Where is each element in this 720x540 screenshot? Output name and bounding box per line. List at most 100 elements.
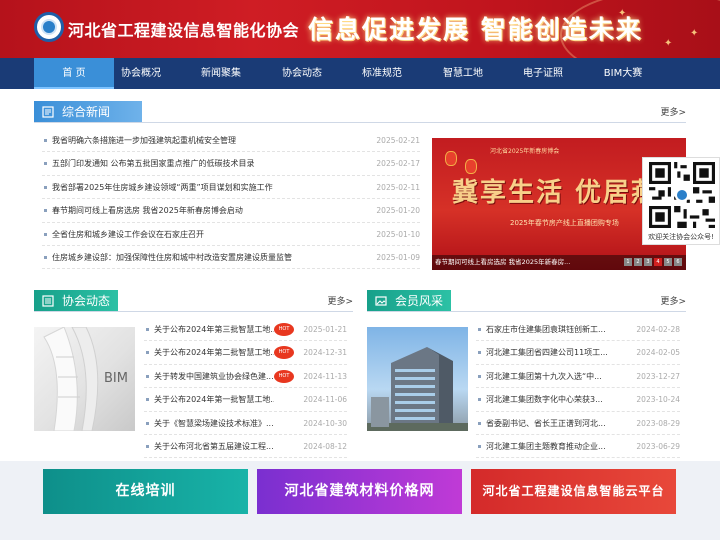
- news-date: 2023-06-29: [636, 441, 680, 451]
- news-date: 2023-08-29: [636, 418, 680, 428]
- news-date: 2025-01-09: [376, 252, 420, 262]
- news-title[interactable]: 河北建工集团数字化中心荣获3...: [486, 388, 603, 411]
- material-price-button[interactable]: 河北省建筑材料价格网: [257, 469, 462, 514]
- list-item[interactable]: 五部门印发通知 公布第五批国家重点推广的低碳技术目录 2025-02-17: [42, 152, 420, 176]
- news-date: 2025-02-11: [376, 182, 420, 192]
- news-title[interactable]: 关于《智慧梁场建设技术标准》...: [154, 412, 274, 435]
- news-title[interactable]: 省委副书记、省长王正谱到河北...: [486, 412, 606, 435]
- main-content: 综合新闻 更多> 我省明确六条措施进一步加强建筑起重机械安全管理 2025-02-…: [0, 89, 720, 461]
- member-building-thumbnail[interactable]: [367, 327, 468, 431]
- image-icon: [375, 296, 387, 306]
- list-item[interactable]: 省委副书记、省长王正谱到河北... 2023-08-29: [476, 412, 680, 435]
- qr-code-icon: [649, 162, 715, 228]
- hot-badge: HOT: [274, 346, 294, 360]
- list-item[interactable]: 关于公布2024年第二批智慧工地... HOT 2024-12-31: [144, 341, 347, 365]
- news-date: 2024-02-05: [636, 348, 680, 358]
- news-title[interactable]: 石家庄市住建集团袁琪钰创新工...: [486, 318, 606, 341]
- nav-item-standards[interactable]: 标准规范: [342, 58, 422, 89]
- list-item[interactable]: 石家庄市住建集团袁琪钰创新工... 2024-02-28: [476, 318, 680, 342]
- office-building-image: [367, 347, 468, 431]
- news-date: 2025-02-21: [376, 136, 420, 145]
- list-item[interactable]: 春节期间可线上看房选房 我省2025年新春房博会启动 2025-01-20: [42, 199, 420, 223]
- news-title[interactable]: 河北建工集团省四建公司11项工...: [486, 341, 608, 364]
- list-item[interactable]: 河北建工集团数字化中心荣获3... 2023-10-24: [476, 388, 680, 412]
- bim-thumbnail[interactable]: BIM: [34, 327, 135, 431]
- qr-label: 欢迎关注协会公众号!: [648, 233, 714, 241]
- more-link[interactable]: 更多>: [660, 294, 686, 307]
- list-item[interactable]: 河北建工集团主题教育推动企业... 2023-06-29: [476, 435, 680, 459]
- banner-top-text: 河北省2025年新春房博会: [490, 148, 560, 155]
- list-item[interactable]: 全省住房和城乡建设工作会议在石家庄召开 2025-01-10: [42, 223, 420, 246]
- section-title: 会员风采: [395, 294, 444, 308]
- nav-item-about[interactable]: 协会概况: [101, 58, 181, 89]
- news-title[interactable]: 关于公布2024年第二批智慧工地...: [154, 341, 274, 364]
- list-item[interactable]: 关于公布2024年第一批智慧工地... 2024-11-06: [144, 388, 347, 412]
- nav-item-news[interactable]: 新闻聚集: [181, 58, 261, 89]
- news-date: 2024-12-31: [303, 348, 347, 358]
- news-date: 2025-01-10: [376, 229, 420, 239]
- list-item[interactable]: 河北建工集团第十九次入选“中... 2023-12-27: [476, 365, 680, 389]
- site-title[interactable]: 河北省工程建设信息智能化协会: [68, 17, 299, 41]
- association-logo[interactable]: [34, 12, 64, 42]
- header-slogan: 信息促进发展 智能创造未来: [308, 15, 643, 44]
- cloud-platform-button[interactable]: 河北省工程建设信息智能云平台: [471, 469, 676, 514]
- wechat-qr-widget: 欢迎关注协会公众号!: [642, 157, 720, 245]
- carousel-page-button[interactable]: 3: [644, 258, 652, 266]
- news-title[interactable]: 河北建工集团第十九次入选“中...: [486, 365, 602, 388]
- section-divider: [34, 122, 686, 123]
- list-item[interactable]: 关于《智慧梁场建设技术标准》... 2024-10-30: [144, 412, 347, 435]
- news-title[interactable]: 我省明确六条措施进一步加强建筑起重机械安全管理: [52, 129, 236, 152]
- news-title[interactable]: 关于公布河北省第五届建设工程...: [154, 435, 274, 458]
- news-title[interactable]: 全省住房和城乡建设工作会议在石家庄召开: [52, 223, 204, 246]
- news-title[interactable]: 关于转发中国建筑业协会绿色建...: [154, 365, 274, 388]
- member-style-header: 会员风采 更多>: [367, 290, 686, 312]
- news-title[interactable]: 河北建工集团主题教育推动企业...: [486, 435, 606, 458]
- news-title[interactable]: 五部门印发通知 公布第五批国家重点推广的低碳技术目录: [52, 152, 255, 175]
- nav-item-smart-site[interactable]: 智慧工地: [423, 58, 503, 89]
- news-date: 2023-10-24: [636, 395, 680, 405]
- thumbnail-label: BIM: [104, 371, 128, 386]
- bird-decoration-icon: ✦: [690, 28, 699, 39]
- nav-item-association-news[interactable]: 协会动态: [262, 58, 342, 89]
- news-date: 2025-01-21: [303, 325, 347, 334]
- news-title[interactable]: 住房城乡建设部：加强保障性住房和城中村改造安置房建设质量监管: [52, 246, 292, 269]
- more-link[interactable]: 更多>: [660, 105, 686, 118]
- news-date: 2023-12-27: [636, 371, 680, 381]
- list-icon: [42, 295, 54, 307]
- section-tab[interactable]: 会员风采: [367, 290, 451, 312]
- section-title: 协会动态: [62, 294, 111, 308]
- quick-links-bar: 在线培训 河北省建筑材料价格网 河北省工程建设信息智能云平台: [0, 461, 720, 540]
- banner-sub-text: 2025年春节房产线上直播团购专场: [510, 219, 619, 227]
- nav-item-bim-contest[interactable]: BIM大赛: [583, 58, 663, 89]
- list-item[interactable]: 我省部署2025年住房城乡建设领域“两重”项目谋划和实施工作 2025-02-11: [42, 176, 420, 200]
- news-title[interactable]: 关于公布2024年第一批智慧工地...: [154, 388, 274, 411]
- nav-item-e-license[interactable]: 电子证照: [503, 58, 583, 89]
- main-nav: 首 页 协会概况 新闻聚集 协会动态 标准规范 智慧工地 电子证照 BIM大赛: [0, 58, 720, 89]
- section-tab[interactable]: 综合新闻: [34, 101, 142, 123]
- list-item[interactable]: 住房城乡建设部：加强保障性住房和城中村改造安置房建设质量监管 2025-01-09: [42, 246, 420, 270]
- news-date: 2024-11-13: [303, 371, 347, 381]
- carousel-page-button[interactable]: 6: [674, 258, 682, 266]
- carousel-page-button[interactable]: 5: [664, 258, 672, 266]
- list-item[interactable]: 我省明确六条措施进一步加强建筑起重机械安全管理 2025-02-21: [42, 129, 420, 153]
- carousel-page-button[interactable]: 1: [624, 258, 632, 266]
- list-item[interactable]: 关于公布河北省第五届建设工程... 2024-08-12: [144, 435, 347, 459]
- carousel-page-button[interactable]: 2: [634, 258, 642, 266]
- section-tab[interactable]: 协会动态: [34, 290, 118, 312]
- more-link[interactable]: 更多>: [327, 294, 353, 307]
- comprehensive-news-list: 我省明确六条措施进一步加强建筑起重机械安全管理 2025-02-21 五部门印发通…: [42, 129, 420, 270]
- online-training-button[interactable]: 在线培训: [43, 469, 248, 514]
- news-title[interactable]: 我省部署2025年住房城乡建设领域“两重”项目谋划和实施工作: [52, 176, 273, 199]
- news-date: 2024-11-06: [303, 395, 347, 405]
- list-item[interactable]: 河北建工集团省四建公司11项工... 2024-02-05: [476, 341, 680, 365]
- association-news-header: 协会动态 更多>: [34, 290, 353, 312]
- section-divider: [367, 311, 686, 312]
- list-item[interactable]: 关于转发中国建筑业协会绿色建... HOT 2024-11-13: [144, 365, 347, 389]
- news-date: 2024-10-30: [303, 418, 347, 428]
- news-title[interactable]: 关于公布2024年第三批智慧工地...: [154, 318, 274, 341]
- carousel-pager: 123456: [622, 248, 682, 267]
- carousel-page-button[interactable]: 4: [654, 258, 662, 266]
- list-item[interactable]: 关于公布2024年第三批智慧工地... HOT 2025-01-21: [144, 318, 347, 342]
- bird-decoration-icon: ✦: [664, 38, 673, 49]
- news-title[interactable]: 春节期间可线上看房选房 我省2025年新春房博会启动: [52, 199, 243, 222]
